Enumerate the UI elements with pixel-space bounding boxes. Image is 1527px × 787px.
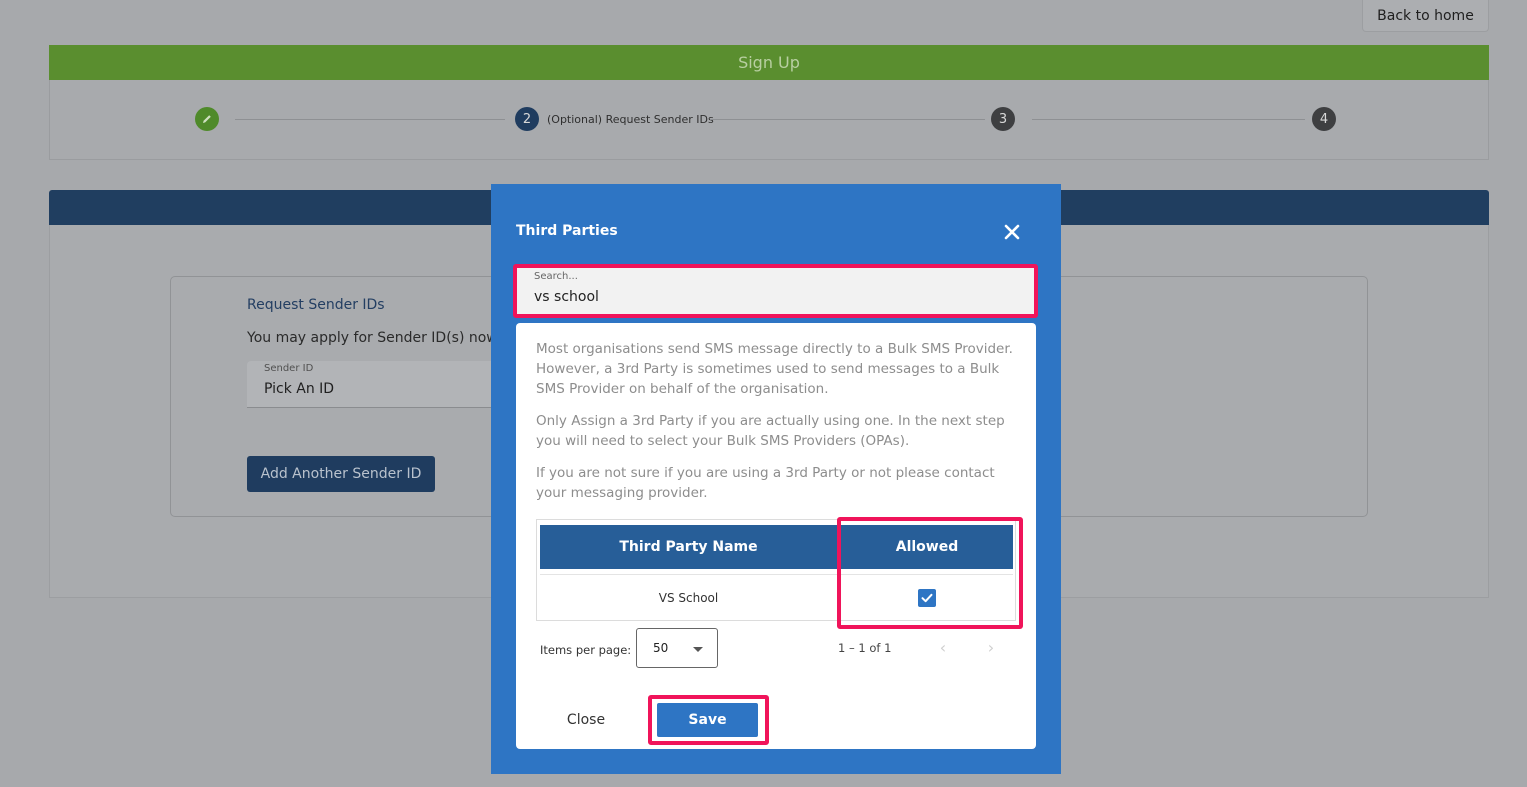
chevron-down-icon <box>693 647 703 652</box>
close-button[interactable]: Close <box>551 705 621 735</box>
step-4: 4 <box>1312 107 1336 131</box>
stepper: 2 (Optional) Request Sender IDs 3 4 <box>49 80 1489 160</box>
dialog-body: Most organisations send SMS message dire… <box>516 323 1036 749</box>
table-cell-name: VS School <box>540 574 837 620</box>
signup-header: Sign Up <box>49 45 1489 80</box>
items-per-page-label: Items per page: <box>540 643 632 657</box>
pencil-icon <box>203 115 211 123</box>
allowed-checkbox[interactable] <box>918 588 936 607</box>
third-party-table: Third Party Name Allowed VS School <box>536 519 1016 621</box>
sender-id-value: Pick An ID <box>264 381 335 397</box>
info-paragraph-1: Most organisations send SMS message dire… <box>536 341 1013 397</box>
request-sender-ids-title: Request Sender IDs <box>247 297 385 313</box>
column-header-allowed[interactable]: Allowed <box>841 525 1013 569</box>
page-range: 1 – 1 of 1 <box>838 641 892 655</box>
sender-id-label: Sender ID <box>264 363 314 374</box>
step-1-done <box>195 107 219 131</box>
step-connector <box>710 119 985 120</box>
info-paragraph-3: If you are not sure if you are using a 3… <box>536 465 995 501</box>
step-2-active: 2 <box>515 107 539 131</box>
sender-id-select[interactable]: Sender ID Pick An ID <box>247 361 507 408</box>
search-label: Search... <box>534 271 578 282</box>
request-sender-ids-description: You may apply for Sender ID(s) now o <box>247 330 511 346</box>
items-per-page-select[interactable]: 50 <box>636 628 718 668</box>
page-size-value: 50 <box>653 641 669 655</box>
dialog-title: Third Parties <box>516 223 618 239</box>
save-button[interactable]: Save <box>657 703 758 737</box>
step-3: 3 <box>991 107 1015 131</box>
previous-page-icon[interactable]: ‹ <box>933 637 953 657</box>
checkmark-icon <box>921 593 933 602</box>
next-page-icon[interactable]: › <box>981 637 1001 657</box>
step-connector <box>235 119 505 120</box>
table-cell-allowed <box>841 574 1013 620</box>
step-connector <box>1032 119 1305 120</box>
column-header-name[interactable]: Third Party Name <box>540 525 837 569</box>
third-parties-dialog: Third Parties Search... Most organisatio… <box>491 184 1061 774</box>
search-input[interactable] <box>534 286 1014 308</box>
step-2-label: (Optional) Request Sender IDs <box>547 113 714 126</box>
search-field: Search... <box>513 264 1038 318</box>
info-paragraph-2: Only Assign a 3rd Party if you are actua… <box>536 413 1005 449</box>
close-icon[interactable] <box>1000 220 1024 244</box>
back-to-home-button[interactable]: Back to home <box>1362 0 1489 32</box>
add-another-sender-id-button[interactable]: Add Another Sender ID <box>247 456 435 492</box>
